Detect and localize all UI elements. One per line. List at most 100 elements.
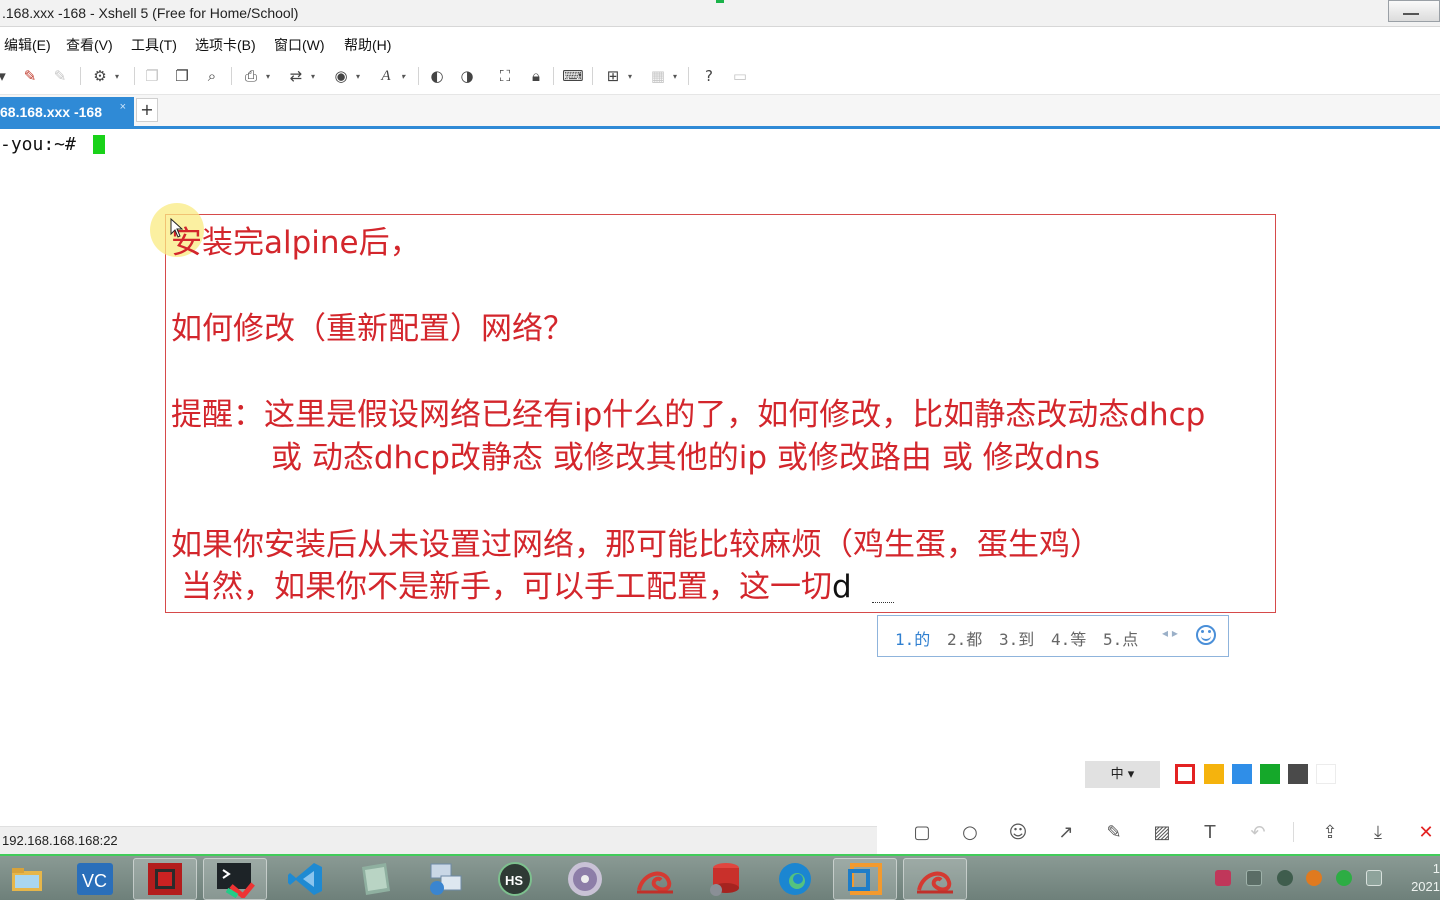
- taskbar-snail-active-icon[interactable]: [903, 858, 967, 900]
- color-swatch-red[interactable]: [1175, 764, 1195, 784]
- taskbar-vnc-icon[interactable]: VC: [63, 858, 127, 900]
- download-icon[interactable]: ⤓: [1367, 821, 1389, 843]
- toolbar-separator: [553, 67, 554, 85]
- taskbar: VC HS 1 2021: [0, 854, 1440, 900]
- tab-bar: 68.168.xxx -168 × +: [0, 95, 1440, 126]
- terminal-prompt: -you:~#: [0, 134, 87, 155]
- disconnect-icon[interactable]: ✎: [20, 66, 40, 86]
- drawing-toolbar: ▢ ○ ☺ ↗ ✎ ▨ T ↶ ⇪ ⤓ ✕: [900, 815, 1440, 849]
- color-swatch-green[interactable]: [1260, 764, 1280, 784]
- tray-wechat-icon[interactable]: [1336, 870, 1352, 886]
- toolbar-separator: [688, 67, 689, 85]
- new-tab-icon[interactable]: ⊞ ▾: [603, 66, 632, 86]
- font-icon[interactable]: A ▾: [376, 66, 405, 86]
- close-icon[interactable]: ✕: [1415, 821, 1437, 843]
- taskbar-dvd-icon[interactable]: [553, 858, 617, 900]
- taskbar-hs-icon[interactable]: HS: [483, 858, 547, 900]
- taskbar-database-icon[interactable]: [693, 858, 757, 900]
- mosaic-tool-icon[interactable]: ▨: [1151, 821, 1173, 843]
- xftp-icon[interactable]: ◐: [427, 66, 447, 86]
- svg-text:HS: HS: [505, 873, 523, 888]
- ime-candidate-window: 1.的 2.都 3.到 4.等 5.点 ◂ ▸: [877, 615, 1229, 657]
- ime-candidate[interactable]: 2.都: [947, 626, 982, 650]
- color-swatch-yellow[interactable]: [1204, 764, 1224, 784]
- menu-edit[interactable]: 编辑(E): [4, 35, 51, 55]
- taskbar-film-app-icon[interactable]: [133, 858, 197, 900]
- terminal-cursor: [93, 135, 105, 154]
- properties-icon[interactable]: ⚙ ▾: [90, 66, 119, 86]
- ime-candidate[interactable]: 1.的: [895, 626, 930, 650]
- xshell-icon[interactable]: ◑: [457, 66, 477, 86]
- find-icon[interactable]: ⌕: [202, 66, 222, 86]
- clock-time: 1: [1432, 861, 1440, 876]
- taskbar-edge-icon[interactable]: [763, 858, 827, 900]
- fullscreen-icon[interactable]: ⛶: [495, 66, 515, 86]
- taskbar-clock[interactable]: 1 2021: [1406, 860, 1440, 896]
- layout-icon[interactable]: ▦ ▾: [648, 66, 677, 86]
- title-grip: [716, 0, 724, 3]
- annotation-line-6-text: 当然，如果你不是新手，可以手工配置，这一切: [181, 569, 832, 605]
- pen-tool-icon[interactable]: ✎: [1103, 821, 1125, 843]
- taskbar-file-explorer-icon[interactable]: [0, 858, 59, 900]
- taskbar-vscode-icon[interactable]: [273, 858, 337, 900]
- toolbar-separator: [418, 67, 419, 85]
- tray-signal-icon[interactable]: [1246, 870, 1262, 886]
- svg-text:VC: VC: [82, 871, 107, 891]
- annotation-line-2: 如何修改（重新配置）网络？: [171, 311, 574, 347]
- close-tab-icon[interactable]: ×: [120, 101, 126, 113]
- chat-icon[interactable]: ▭: [730, 66, 750, 86]
- emoji-icon[interactable]: [1196, 625, 1216, 645]
- print-icon[interactable]: ⎙ ▾: [241, 66, 270, 86]
- language-toggle-button[interactable]: 中 ▾: [1085, 761, 1160, 788]
- toolbar-separator: [231, 67, 232, 85]
- annotation-line-3: 提醒：这里是假设网络已经有ip什么的了，如何修改，比如静态改动态dhcp: [171, 397, 1206, 433]
- taskbar-virtualbox-icon[interactable]: [833, 858, 897, 900]
- ime-candidate[interactable]: 3.到: [999, 626, 1034, 650]
- undo-icon[interactable]: ↶: [1247, 821, 1269, 843]
- connection-address: 192.168.168.168:22: [2, 833, 118, 848]
- annotation-line-4: 或 动态dhcp改静态 或修改其他的ip 或修改路由 或 修改dns: [271, 440, 1101, 476]
- window-title: .168.xxx -168 - Xshell 5 (Free for Home/…: [2, 5, 299, 21]
- tray-search-icon[interactable]: [1306, 870, 1322, 886]
- menu-tab[interactable]: 选项卡(B): [195, 35, 256, 55]
- menu-view[interactable]: 查看(V): [66, 35, 113, 55]
- reconnect-icon[interactable]: ✎: [50, 66, 70, 86]
- minimize-button[interactable]: [1388, 0, 1440, 22]
- taskbar-network-icon[interactable]: [413, 858, 477, 900]
- arrow-tool-icon[interactable]: ↗: [1055, 821, 1077, 843]
- taskbar-xshell-icon[interactable]: [203, 858, 267, 900]
- ime-candidate[interactable]: 5.点: [1103, 626, 1138, 650]
- status-bar: 192.168.168.168:22: [0, 826, 877, 854]
- color-swatch-blue[interactable]: [1232, 764, 1252, 784]
- taskbar-snail-icon[interactable]: [623, 858, 687, 900]
- tray-app-icon[interactable]: [1215, 870, 1231, 886]
- menu-tools[interactable]: 工具(T): [131, 35, 177, 55]
- tray-display-icon[interactable]: [1366, 870, 1382, 886]
- keyboard-icon[interactable]: ⌨: [562, 66, 584, 86]
- ime-candidate[interactable]: 4.等: [1051, 626, 1086, 650]
- sticker-tool-icon[interactable]: ☺: [1007, 821, 1029, 843]
- taskbar-notebook-icon[interactable]: [343, 858, 407, 900]
- add-tab-button[interactable]: +: [136, 98, 158, 122]
- color-swatch-gray[interactable]: [1288, 764, 1308, 784]
- help-icon[interactable]: ?: [699, 66, 719, 86]
- ellipse-tool-icon[interactable]: ○: [959, 821, 981, 843]
- dropdown-arrow-icon[interactable]: ▾: [0, 66, 12, 86]
- paste-icon[interactable]: ❐: [172, 66, 192, 86]
- color-swatch-white[interactable]: [1316, 764, 1336, 784]
- copy-icon[interactable]: ❐: [142, 66, 162, 86]
- text-tool-icon[interactable]: T: [1199, 821, 1221, 843]
- lock-icon[interactable]: 🔒︎: [526, 66, 546, 86]
- toolbar-separator: [592, 67, 593, 85]
- menu-help[interactable]: 帮助(H): [344, 35, 391, 55]
- ime-underline: [872, 602, 894, 603]
- tray-network-icon[interactable]: [1277, 870, 1293, 886]
- transfer-icon[interactable]: ⇄ ▾: [286, 66, 315, 86]
- globe-icon[interactable]: ◉ ▾: [331, 66, 360, 86]
- menu-bar: 编辑(E) 查看(V) 工具(T) 选项卡(B) 窗口(W) 帮助(H): [0, 27, 1440, 57]
- share-icon[interactable]: ⇪: [1319, 821, 1341, 843]
- rectangle-tool-icon[interactable]: ▢: [911, 821, 933, 843]
- menu-window[interactable]: 窗口(W): [274, 35, 325, 55]
- tab-session[interactable]: 68.168.xxx -168 ×: [0, 97, 134, 126]
- ime-page-arrows-icon[interactable]: ◂ ▸: [1162, 626, 1178, 640]
